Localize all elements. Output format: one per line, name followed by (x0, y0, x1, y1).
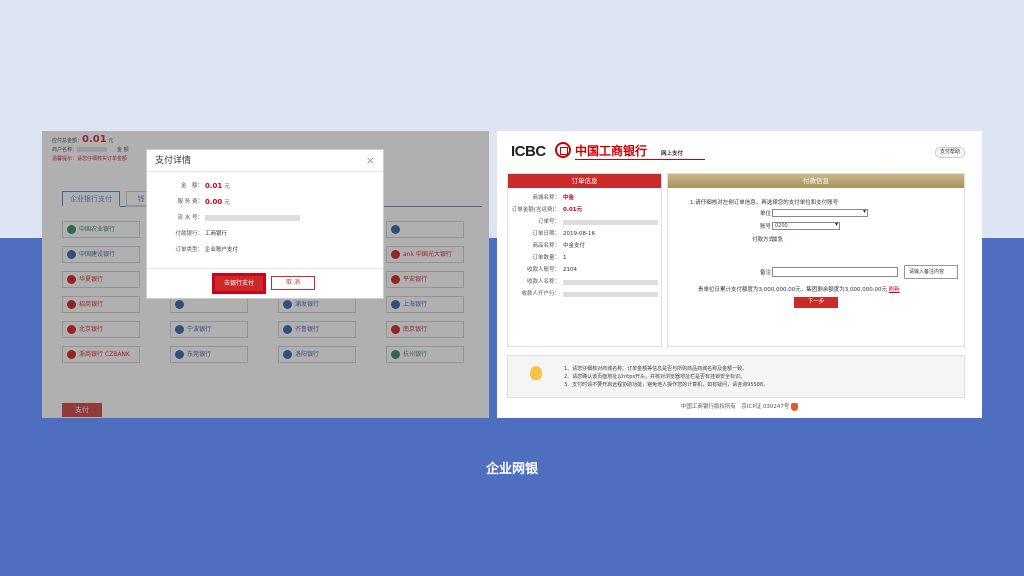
icbc-logo-icon (555, 142, 571, 158)
close-icon[interactable]: × (366, 154, 375, 167)
cancel-button[interactable]: 取 消 (271, 276, 315, 290)
remark-tooltip: 请输入备注内容 (904, 265, 958, 279)
order-row: 订单号： (508, 216, 663, 228)
next-step-button[interactable]: 下一步 (794, 297, 838, 308)
detail-label: 服 务 费： (177, 199, 204, 205)
order-label: 订单号： (537, 219, 560, 225)
detail-value: 企业账户支付 (205, 244, 240, 256)
order-row: 收款人账号： 2104 (508, 264, 663, 276)
remark-input[interactable] (772, 267, 898, 277)
detail-value-text: 工商银行 (205, 231, 228, 237)
refresh-link[interactable]: 刷新 (889, 287, 900, 293)
dialog-footer: 去银行支付 取 消 (147, 268, 383, 298)
notes-panel: 1、请您仔细核对商城名称、订单金额等信息是否与所购商品商城名称及金额一致。 2、… (507, 355, 965, 398)
detail-value-blurred (205, 215, 300, 221)
order-label: 收款人名称： (526, 279, 560, 285)
limit-row: 贵单位日累计支付额度为3,000,000.00元，集团剩余额度为3,000,00… (698, 285, 900, 293)
order-label: 订单日期： (532, 231, 560, 237)
detail-row: 服 务 费： 0.00 元 (147, 196, 385, 208)
caption: 企业网银 (485, 462, 538, 477)
payment-detail-dialog: 支付详情 × 金 额： 0.01 元服 务 费： 0.00 元流 水 号： 付款银行： 工商… (146, 149, 384, 299)
order-label: 收款人账号： (526, 267, 560, 273)
note-item: 2、请您确认该页面地址以https开头，并核对浏览器地址栏是否有挂锁安全标识。 (564, 374, 746, 380)
order-value: 2104 (563, 267, 577, 273)
detail-unit: 元 (224, 200, 230, 206)
checkout-screenshot: 应付总金额：0.01 元 商户名称： 金 额 温馨提示：请您仔细核实订单金额 企… (42, 131, 489, 418)
order-label: 收款人开户行： (521, 291, 560, 297)
order-row: 商城名称： 中金 (508, 192, 663, 204)
footer-text: 中国工商银行版权所有 京ICP证 030247号 (680, 404, 790, 410)
order-info-panel: 订单信息 商城名称： 中金 订单金额(含运费)： 0.01元 订单号： 订单日期： 2019… (507, 173, 662, 347)
detail-value-text: 0.01 (205, 182, 223, 190)
net-pay-label: 网上支付 (661, 151, 684, 157)
order-row: 收款人开户行： (508, 288, 663, 300)
payment-info-panel: 付款信息 1.请仔细核对左侧订单信息，再选择您的支付单位和支付账号 单位： 账号… (667, 173, 965, 347)
detail-row: 流 水 号： (147, 212, 385, 224)
icbc-brand: ICBC (511, 143, 546, 160)
police-badge-icon (791, 402, 799, 411)
detail-unit: 元 (224, 184, 230, 190)
payment-info-title: 付款信息 (668, 174, 964, 188)
icbc-header: ICBC 中国工商银行 网上支付 支付帮助 (511, 141, 981, 163)
detail-row: 付款银行： 工商银行 (147, 228, 385, 240)
note-item: 1、请您仔细核对商城名称、订单金额等信息是否与所购商品商城名称及金额一致。 (564, 366, 748, 372)
detail-row: 金 额： 0.01 元 (147, 180, 385, 192)
detail-value-text: 0.00 (205, 198, 223, 206)
detail-value-text: 企业账户支付 (205, 247, 239, 253)
unit-select[interactable] (772, 209, 868, 217)
lightbulb-icon (530, 366, 542, 380)
detail-value: 0.00 元 (205, 196, 230, 209)
order-row: 订单日期： 2019-08-16 (508, 228, 663, 240)
order-label: 订单金额(含运费)： (511, 207, 560, 213)
limit-text: 贵单位日累计支付额度为3,000,000.00元，集团剩余额度为3,000,00… (698, 287, 887, 293)
order-info-title: 订单信息 (508, 174, 661, 188)
detail-value: 工商银行 (205, 228, 229, 240)
footer: 中国工商银行版权所有 京ICP证 030247号 (497, 402, 982, 411)
method-value: 加急 (772, 237, 784, 243)
header-divider (575, 159, 705, 160)
order-label: 商城名称： (532, 195, 560, 201)
note-item: 3、支付时请不要开启远程协助功能，避免他人操作您的计算机，如有疑问，请咨询955… (564, 382, 769, 388)
account-select[interactable]: 0200 (772, 222, 840, 230)
detail-label: 付款银行： (175, 231, 203, 237)
order-value-blurred (563, 220, 658, 225)
go-bank-pay-button[interactable]: 去银行支付 (212, 273, 266, 294)
icbc-payment-screenshot: ICBC 中国工商银行 网上支付 支付帮助 订单信息 商城名称： 中金 订单金额(含… (497, 131, 982, 418)
order-row: 收款人名称： (508, 276, 663, 288)
order-value: 1 (563, 255, 567, 261)
detail-label: 金 额： (180, 183, 203, 189)
detail-label: 订单类型： (175, 247, 203, 253)
order-value: 2019-08-16 (563, 231, 595, 237)
detail-row: 订单类型： 企业账户支付 (147, 244, 385, 256)
bank-name: 中国工商银行 (575, 144, 648, 158)
help-button[interactable]: 支付帮助 (935, 147, 965, 158)
order-row: 订单金额(含运费)： 0.01元 (508, 204, 663, 216)
dialog-title: 支付详情 (147, 150, 383, 172)
order-value-blurred (563, 280, 658, 285)
order-value: 中金支付 (563, 243, 586, 249)
detail-value: 0.01 元 (205, 180, 230, 193)
detail-label: 流 水 号： (177, 215, 204, 221)
order-label: 商品名称： (532, 243, 560, 249)
order-row: 订单数量： 1 (508, 252, 663, 264)
payment-instruction: 1.请仔细核对左侧订单信息，再选择您的支付单位和支付账号 (690, 200, 839, 206)
order-value-blurred (563, 292, 658, 297)
order-row: 商品名称： 中金支付 (508, 240, 663, 252)
order-value: 0.01元 (563, 207, 583, 213)
order-value: 中金 (563, 195, 575, 201)
order-label: 订单数量： (532, 255, 560, 261)
